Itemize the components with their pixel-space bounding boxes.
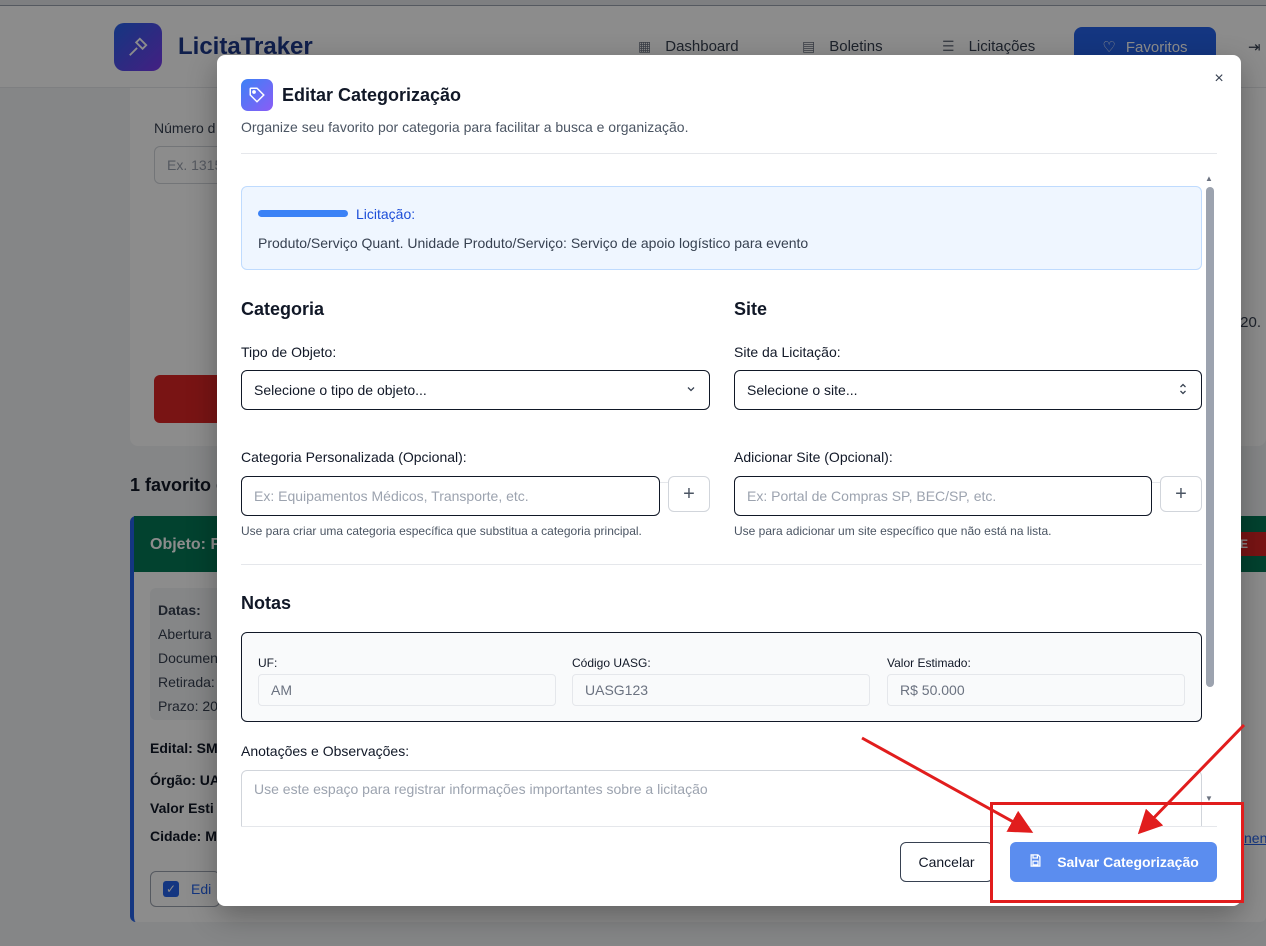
close-button[interactable]: × <box>1209 69 1229 89</box>
categoria-personalizada-label: Categoria Personalizada (Opcional): <box>241 449 467 465</box>
site-licitacao-select[interactable]: Selecione o site... <box>734 370 1202 410</box>
modal-title: Editar Categorização <box>282 84 462 105</box>
site-heading: Site <box>734 299 768 319</box>
adicionar-site-label: Adicionar Site (Opcional): <box>734 449 893 465</box>
uasg-label: Código UASG: <box>572 656 651 670</box>
adicionar-site-input[interactable]: Ex: Portal de Compras SP, BEC/SP, etc. <box>734 476 1152 516</box>
add-categoria-button[interactable]: + <box>668 476 710 512</box>
info-label: Licitação: <box>356 206 416 222</box>
observacoes-label: Anotações e Observações: <box>241 743 410 759</box>
valor-estimado-label: Valor Estimado: <box>887 656 971 670</box>
cancel-button[interactable]: Cancelar <box>900 842 993 882</box>
uf-field: AM <box>258 674 556 706</box>
scrollbar-thumb[interactable] <box>1206 187 1214 687</box>
info-description: Produto/Serviço Quant. Unidade Produto/S… <box>258 235 809 251</box>
categoria-personalizada-input[interactable]: Ex: Equipamentos Médicos, Transporte, et… <box>241 476 660 516</box>
edit-categorization-modal: × Editar Categorização Organize seu favo… <box>217 55 1241 906</box>
highlight-rectangle <box>990 802 1244 903</box>
chevron-up-down-icon <box>1177 382 1189 399</box>
add-site-button[interactable]: + <box>1160 476 1202 512</box>
plus-icon: + <box>1175 482 1187 505</box>
modal-subtitle: Organize seu favorito por categoria para… <box>241 119 689 135</box>
info-accent-bar <box>258 210 348 217</box>
tipo-objeto-label: Tipo de Objeto: <box>241 344 337 360</box>
modal-scroll-area[interactable]: ▲ ▼ Licitação: Produto/Serviço Quant. Un… <box>217 154 1241 826</box>
scroll-up-icon[interactable]: ▲ <box>1205 174 1213 183</box>
plus-icon: + <box>683 482 695 505</box>
chevron-down-icon <box>685 383 697 398</box>
categoria-heading: Categoria <box>241 299 325 319</box>
modal-title-row: Editar Categorização <box>241 79 461 111</box>
notas-readonly-box: UF: AM Código UASG: UASG123 Valor Estima… <box>241 632 1202 722</box>
categoria-hint: Use para criar uma categoria específica … <box>241 524 642 538</box>
tag-icon <box>241 79 273 111</box>
valor-estimado-field: R$ 50.000 <box>887 674 1185 706</box>
licitacao-info-box: Licitação: Produto/Serviço Quant. Unidad… <box>241 186 1202 270</box>
notas-heading: Notas <box>241 593 292 613</box>
site-licitacao-label: Site da Licitação: <box>734 344 841 360</box>
section-divider <box>241 564 1202 565</box>
site-hint: Use para adicionar um site específico qu… <box>734 524 1052 538</box>
uf-label: UF: <box>258 656 278 670</box>
uasg-field: UASG123 <box>572 674 870 706</box>
tipo-objeto-select[interactable]: Selecione o tipo de objeto... <box>241 370 710 410</box>
